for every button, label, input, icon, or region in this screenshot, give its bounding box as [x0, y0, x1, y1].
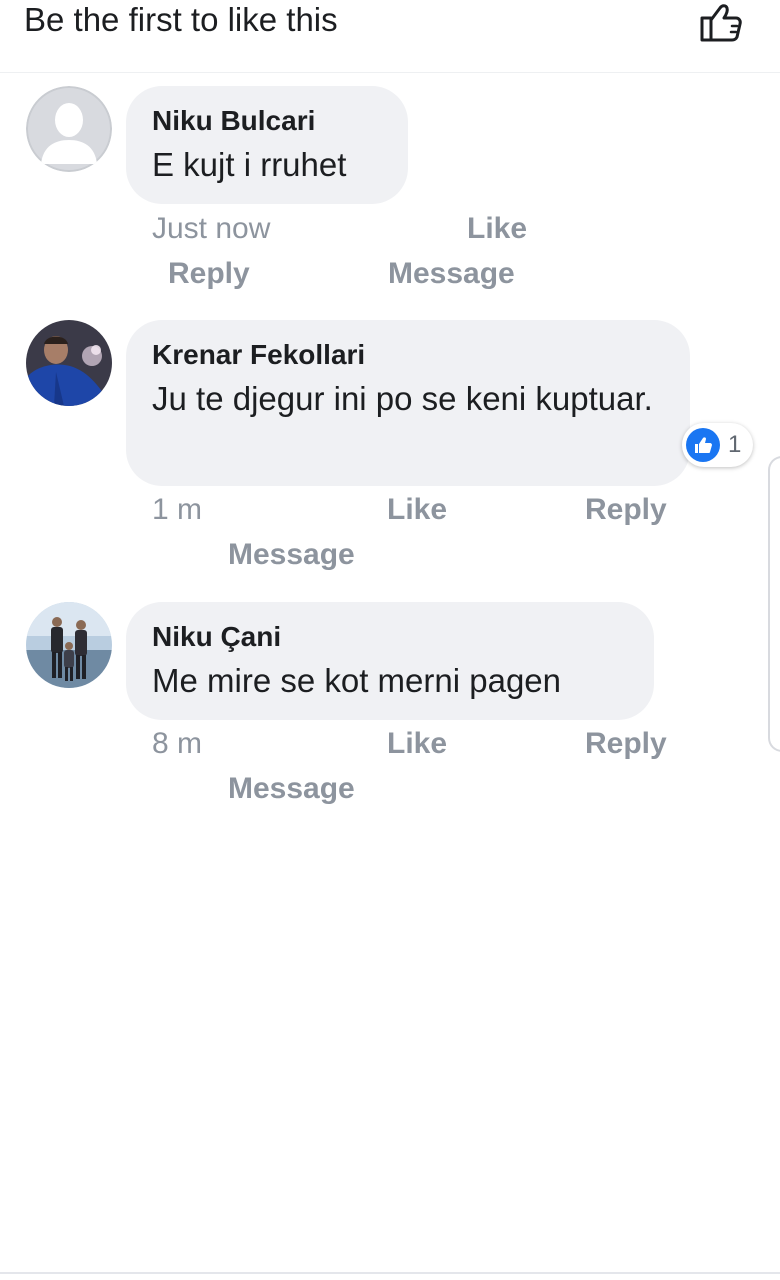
message-action[interactable]: Message: [228, 537, 355, 573]
comment-bubble[interactable]: Niku Çani Me mire se kot merni pagen: [126, 602, 654, 720]
like-action[interactable]: Like: [387, 726, 447, 762]
like-action[interactable]: Like: [387, 492, 447, 528]
comment-text: E kujt i rruhet: [152, 146, 347, 183]
reply-action[interactable]: Reply: [168, 256, 250, 292]
thumbs-up-icon[interactable]: [698, 0, 746, 44]
reply-action[interactable]: Reply: [585, 726, 667, 762]
reaction-count: 1: [728, 431, 742, 458]
profile-photo-icon: [26, 602, 112, 688]
like-action[interactable]: Like: [467, 211, 527, 247]
comment-time: Just now: [152, 212, 271, 245]
comment-author[interactable]: Niku Bulcari: [152, 104, 382, 138]
like-summary-bar: Be the first to like this: [0, 0, 780, 73]
comment-text: Me mire se kot merni pagen: [152, 662, 562, 699]
avatar[interactable]: [26, 320, 112, 406]
reaction-badge[interactable]: 1: [682, 423, 754, 467]
divider: [0, 1272, 780, 1274]
comment-time: 1 m: [152, 493, 203, 526]
comment-bubble[interactable]: Krenar Fekollari Ju te djegur ini po se …: [126, 320, 690, 486]
reply-action[interactable]: Reply: [585, 492, 667, 528]
like-reaction-icon: [686, 428, 720, 462]
avatar[interactable]: [26, 86, 112, 172]
comment-bubble[interactable]: Niku Bulcari E kujt i rruhet: [126, 86, 408, 204]
like-summary-text: Be the first to like this: [24, 1, 338, 38]
comment-time: 8 m: [152, 727, 203, 760]
comment-text: Ju te djegur ini po se keni kuptuar.: [152, 380, 653, 417]
default-profile-icon: [26, 86, 112, 172]
message-action[interactable]: Message: [388, 256, 515, 292]
comment-author[interactable]: Krenar Fekollari: [152, 338, 664, 372]
profile-photo-icon: [26, 320, 112, 406]
avatar[interactable]: [26, 602, 112, 688]
message-action[interactable]: Message: [228, 771, 355, 807]
scroll-edge-handle[interactable]: [768, 456, 780, 752]
comment-author[interactable]: Niku Çani: [152, 620, 628, 654]
